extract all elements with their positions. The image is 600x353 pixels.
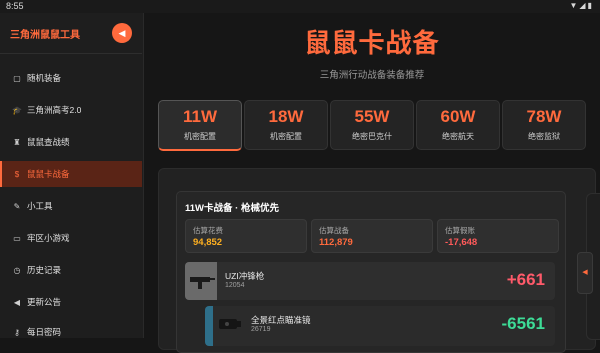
tab-18w[interactable]: 18W 机密配置 (244, 100, 328, 150)
tab-label: 绝密航天 (442, 132, 474, 141)
list-item[interactable]: 全景红点瞄准镜 26719 -6561 (205, 306, 555, 346)
key-icon: ⚷ (14, 327, 20, 337)
item-id: 26719 (251, 326, 271, 333)
sidebar-item-label: 三角洲高考2.0 (27, 105, 82, 115)
sidebar-item-label: 鼠鼠卡战备 (27, 169, 70, 179)
sidebar-item-label: 更新公告 (27, 297, 62, 307)
square-icon: ▢ (13, 73, 21, 83)
status-time: 8:55 (6, 1, 24, 11)
sidebar-item-exam[interactable]: 🎓 三角洲高考2.0 (0, 97, 142, 123)
sidebar-item-minigame[interactable]: ▭ 牢区小游戏 (0, 225, 142, 251)
item-name: UZI冲锋枪 (225, 271, 265, 281)
tab-amount: 78W (526, 107, 562, 126)
trophy-icon: ♜ (13, 137, 21, 147)
stat-label: 估算战备 (319, 226, 349, 235)
budget-tabs: 11W 机密配置 18W 机密配置 55W 绝密巴克什 60W 绝密航天 78W… (158, 100, 588, 151)
wrench-icon: ✎ (13, 201, 21, 211)
stat-value: 112,879 (319, 237, 353, 248)
status-bar: 8:55 ▼◢▮ (0, 0, 600, 13)
item-value: -6561 (501, 314, 545, 333)
list-item[interactable]: UZI冲锋枪 12054 +661 (185, 262, 555, 300)
sidebar-item-records[interactable]: ♜ 鼠鼠查战绩 (0, 129, 142, 155)
side-drawer-handle[interactable]: ◀ (577, 252, 593, 294)
main-content: 鼠鼠卡战备 三角洲行动战备装备推荐 11W 机密配置 18W 机密配置 55W … (144, 13, 600, 353)
page-subtitle: 三角洲行动战备装备推荐 (319, 70, 425, 81)
sidebar-item-loadout[interactable]: $ 鼠鼠卡战备 (0, 161, 142, 187)
sidebar-item-label: 历史记录 (27, 265, 62, 275)
sidebar-item-label: 每日密码 (27, 327, 62, 337)
tab-label: 绝密巴克什 (352, 132, 392, 141)
sidebar-item-tools[interactable]: ✎ 小工具 (0, 193, 142, 219)
sidebar-item-label: 小工具 (27, 201, 53, 211)
sidebar-item-random-gear[interactable]: ▢ 随机装备 (0, 65, 142, 91)
stat-value: 94,852 (193, 237, 223, 248)
gamepad-icon: ▭ (13, 233, 21, 243)
sidebar-divider (0, 53, 142, 54)
item-name: 全景红点瞄准镜 (251, 315, 311, 325)
sidebar-item-history[interactable]: ◷ 历史记录 (0, 257, 142, 283)
tab-amount: 55W (354, 107, 390, 126)
app-title: 三角洲鼠鼠工具 (10, 30, 80, 41)
tab-11w[interactable]: 11W 机密配置 (158, 100, 242, 151)
tab-label: 机密配置 (184, 132, 216, 141)
stat-cost: 估算花费 94,852 (185, 219, 307, 253)
stat-gear-value: 估算战备 112,879 (311, 219, 433, 253)
tab-60w[interactable]: 60W 绝密航天 (416, 100, 500, 150)
stat-loss: 估算假账 -17,648 (437, 219, 559, 253)
smg-icon (190, 277, 215, 289)
tab-label: 机密配置 (270, 132, 302, 141)
loadout-title: 11W卡战备 · 枪械优先 (185, 203, 279, 214)
tab-78w[interactable]: 78W 绝密监狱 (502, 100, 586, 150)
tab-amount: 18W (268, 107, 304, 126)
graduation-cap-icon: 🎓 (12, 105, 22, 115)
item-accent-bar (205, 306, 213, 346)
tab-amount: 11W (182, 107, 218, 126)
clock-icon: ◷ (13, 265, 21, 275)
sidebar-item-label: 随机装备 (27, 73, 62, 83)
tab-55w[interactable]: 55W 绝密巴克什 (330, 100, 414, 150)
stat-value: -17,648 (445, 237, 478, 248)
red-dot-sight-icon (219, 319, 241, 329)
item-id: 12054 (225, 282, 245, 289)
tab-amount: 60W (440, 107, 476, 126)
sidebar: 三角洲鼠鼠工具 ◀ ▢ 随机装备 🎓 三角洲高考2.0 ♜ 鼠鼠查战绩 $ 鼠鼠… (0, 13, 144, 338)
megaphone-icon: ◀ (13, 297, 21, 307)
tab-label: 绝密监狱 (528, 132, 560, 141)
sidebar-item-label: 牢区小游戏 (27, 233, 70, 243)
collapse-sidebar-button[interactable]: ◀ (112, 23, 132, 43)
loadout-panel: 11W卡战备 · 枪械优先 估算花费 94,852 估算战备 112,879 估… (158, 168, 596, 353)
loadout-card: 11W卡战备 · 枪械优先 估算花费 94,852 估算战备 112,879 估… (176, 191, 566, 353)
sidebar-item-label: 鼠鼠查战绩 (27, 137, 70, 147)
page-title: 鼠鼠卡战备 (304, 28, 440, 58)
sidebar-item-announcements[interactable]: ◀ 更新公告 (0, 289, 142, 315)
sidebar-item-daily-password[interactable]: ⚷ 每日密码 (0, 319, 142, 345)
dollar-icon: $ (14, 169, 20, 179)
stat-label: 估算假账 (445, 226, 475, 235)
status-icons: ▼◢▮ (569, 1, 594, 10)
item-value: +661 (506, 270, 545, 289)
stat-label: 估算花费 (193, 226, 223, 235)
